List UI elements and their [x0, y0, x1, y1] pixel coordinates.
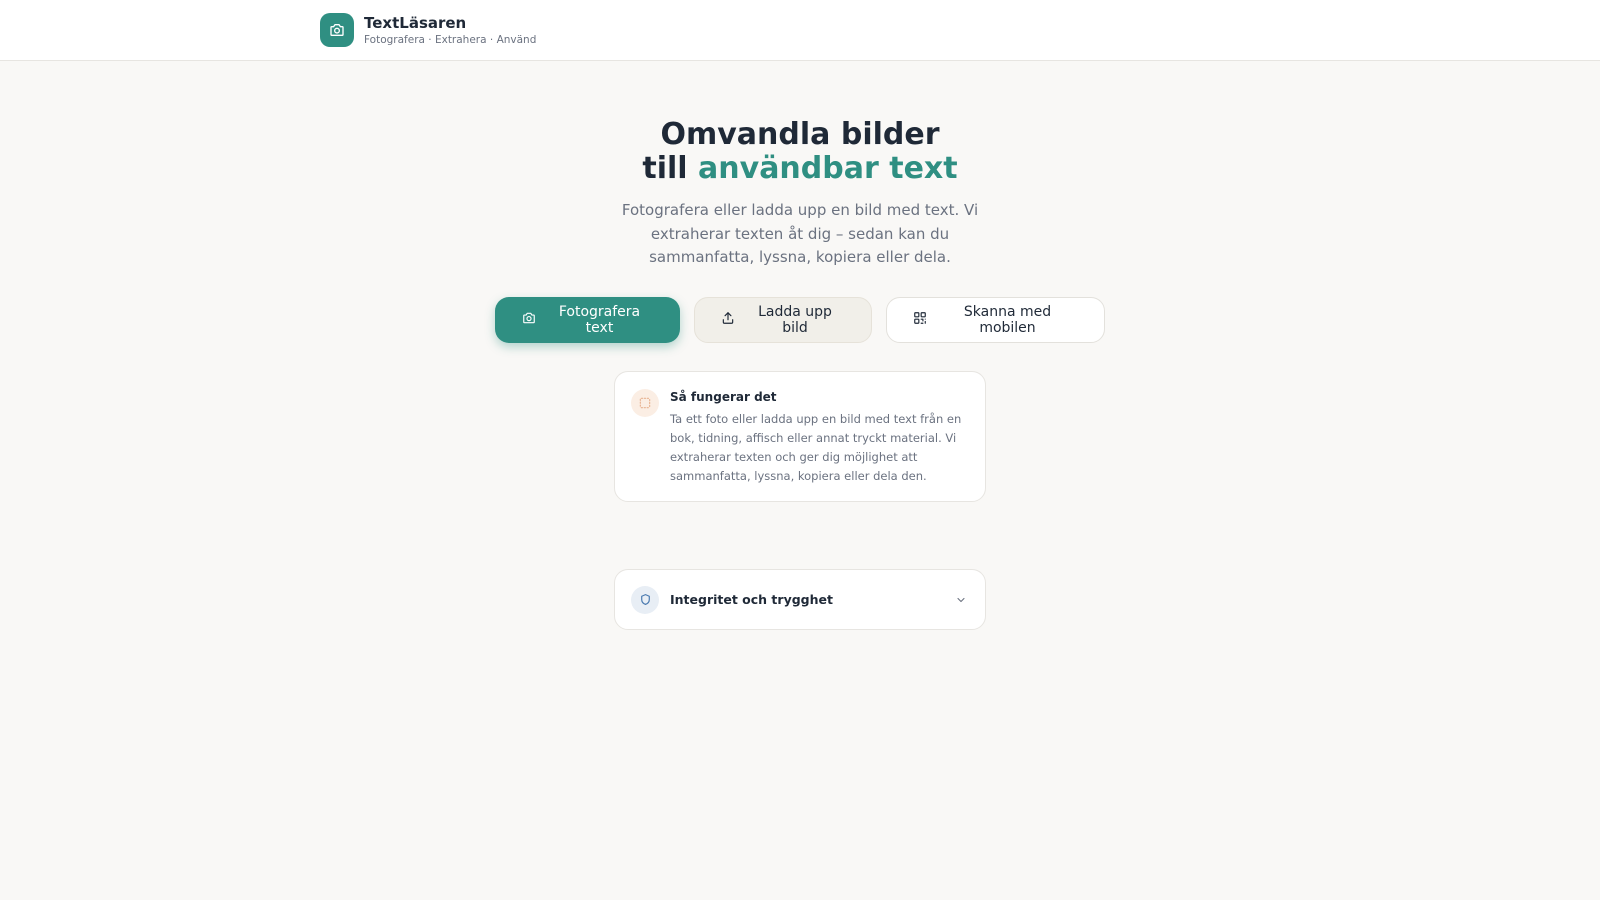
- brand-home-link[interactable]: TextLäsaren Fotografera · Extrahera · An…: [320, 13, 536, 47]
- take-photo-label: Fotografera text: [558, 304, 641, 336]
- top-bar: TextLäsaren Fotografera · Extrahera · An…: [0, 0, 1600, 61]
- qr-code-icon: [913, 311, 927, 329]
- scan-with-mobile-label: Skanna med mobilen: [963, 304, 1052, 336]
- privacy-label: Integritet och trygghet: [670, 592, 833, 607]
- brand-text: TextLäsaren Fotografera · Extrahera · An…: [364, 14, 536, 47]
- take-photo-button[interactable]: Fotografera text: [495, 297, 680, 343]
- upload-icon: [721, 311, 735, 329]
- how-it-works-body: Så fungerar det Ta ett foto eller ladda …: [670, 389, 969, 501]
- scan-frame-icon: [631, 389, 659, 417]
- app-tagline: Fotografera · Extrahera · Använd: [364, 33, 537, 46]
- action-buttons: Fotografera text Ladda upp bild Skanna m…: [0, 297, 1600, 343]
- shield-icon: [631, 585, 659, 614]
- privacy-accordion[interactable]: Integritet och trygghet: [614, 569, 986, 630]
- upload-image-button[interactable]: Ladda upp bild: [694, 297, 872, 343]
- hero-title-accent: användbar text: [698, 151, 958, 186]
- chevron-down-icon[interactable]: [953, 592, 969, 608]
- how-it-works-title: Så fungerar det: [670, 390, 777, 404]
- camera-icon: [320, 13, 354, 47]
- app-title: TextLäsaren: [364, 13, 467, 32]
- scan-with-mobile-button[interactable]: Skanna med mobilen: [886, 297, 1105, 343]
- hero-title-line1: Omvandla bilder: [660, 117, 940, 152]
- hero-title: Omvandla bilder till användbar text: [0, 118, 1600, 186]
- hero-subtitle: Fotografera eller ladda upp en bild med …: [621, 201, 979, 266]
- camera-icon: [522, 311, 536, 329]
- upload-image-label: Ladda upp bild: [758, 304, 832, 336]
- how-it-works-card: Så fungerar det Ta ett foto eller ladda …: [614, 371, 986, 502]
- hero-title-line2-prefix: till: [642, 151, 699, 186]
- how-it-works-text: Ta ett foto eller ladda upp en bild med …: [670, 412, 962, 483]
